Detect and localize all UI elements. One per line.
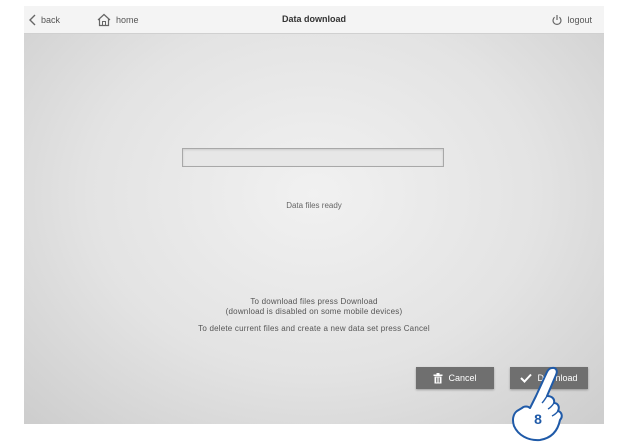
tap-annotation: 8 [500, 366, 570, 442]
instruction-mobile-note: (download is disabled on some mobile dev… [225, 307, 403, 316]
instruction-download: To download files press Download [250, 297, 378, 306]
cancel-label: Cancel [448, 373, 477, 383]
status-text: Data files ready [286, 201, 342, 210]
back-button[interactable]: back [28, 6, 60, 33]
logout-label: logout [567, 14, 592, 25]
home-icon [97, 13, 111, 26]
cancel-button[interactable]: Cancel [416, 367, 494, 389]
top-bar: back home Data download logout [24, 6, 604, 34]
power-icon [552, 14, 563, 25]
download-progress-bar [182, 148, 444, 167]
pointing-hand-icon: 8 [512, 366, 563, 442]
back-label: back [41, 14, 61, 25]
logout-button[interactable]: logout [551, 6, 592, 33]
step-number: 8 [534, 411, 542, 427]
home-label: home [116, 14, 139, 25]
trash-icon [433, 372, 443, 383]
chevron-left-icon [29, 14, 36, 25]
app-screen: back home Data download logout Data file… [24, 6, 604, 424]
instruction-cancel: To delete current files and create a new… [198, 324, 430, 333]
home-button[interactable]: home [96, 6, 139, 33]
